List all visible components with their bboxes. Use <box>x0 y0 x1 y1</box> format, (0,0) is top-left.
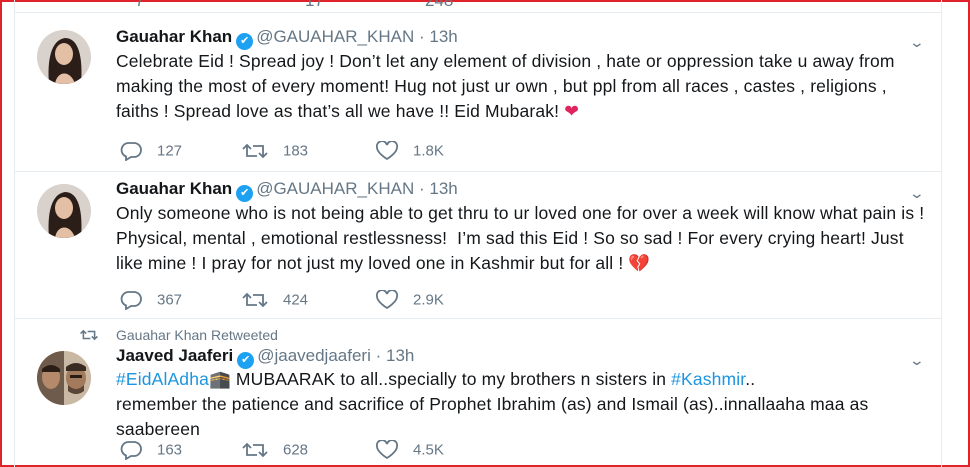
tweet-body: Celebrate Eid ! Spread joy ! Don’t let a… <box>116 51 900 121</box>
tweet-body: Only someone who is not being able to ge… <box>116 203 930 273</box>
avatar-image <box>37 30 91 84</box>
tweet[interactable]: Gauahar Khan ✔ @GAUAHAR_KHAN · 13h ⌄ Only … <box>15 172 941 319</box>
chevron-down-icon[interactable]: ⌄ <box>909 185 925 202</box>
author-name[interactable]: Gauahar Khan <box>116 27 232 46</box>
retweet-context[interactable]: Gauahar Khan Retweeted <box>116 327 278 343</box>
tweet-text: Celebrate Eid ! Spread joy ! Don’t let a… <box>116 49 926 124</box>
retweet-count[interactable]: 17 <box>305 0 324 11</box>
retweet-icon <box>80 329 98 341</box>
retweet-icon <box>242 292 268 308</box>
reply-icon <box>120 142 142 161</box>
like-button[interactable]: 1.8K <box>375 141 444 161</box>
retweet-icon <box>242 442 268 458</box>
avatar-image <box>37 184 91 238</box>
verified-badge-icon: ✔ <box>236 185 254 202</box>
author-handle[interactable]: @jaavedjaaferi <box>257 346 371 365</box>
retweet-count: 183 <box>283 142 309 160</box>
like-count: 2.9K <box>413 291 444 309</box>
tweet-header: Jaaved Jaaferi ✔ @jaavedjaaferi · 13h <box>116 346 414 369</box>
avatar[interactable] <box>37 184 91 238</box>
avatar[interactable] <box>37 30 91 84</box>
author-name[interactable]: Gauahar Khan <box>116 179 232 198</box>
heart-emoji: ❤ <box>564 101 580 121</box>
like-count[interactable]: 248 <box>425 0 453 11</box>
timestamp[interactable]: 13h <box>429 179 457 198</box>
previous-tweet-actions: 7 17 248 <box>15 0 941 13</box>
reply-icon <box>120 441 142 460</box>
heart-icon <box>375 141 399 161</box>
heart-icon <box>375 440 399 460</box>
tweet-header: Gauahar Khan ✔ @GAUAHAR_KHAN · 13h <box>116 179 458 202</box>
retweet-button[interactable]: 628 <box>241 440 308 460</box>
separator-dot: · <box>418 27 425 46</box>
tweet-text: Only someone who is not being able to ge… <box>116 201 926 276</box>
retweet-button[interactable]: 424 <box>241 290 308 310</box>
author-handle[interactable]: @GAUAHAR_KHAN <box>256 27 414 46</box>
reply-icon <box>120 291 142 310</box>
kaaba-emoji: 🕋 <box>208 369 231 389</box>
like-count: 1.8K <box>413 142 444 160</box>
reply-button[interactable]: 367 <box>119 290 182 310</box>
hashtag-link[interactable]: #EidAlAdha <box>116 369 209 389</box>
reply-button[interactable]: 127 <box>119 141 182 161</box>
retweet-icon <box>242 143 268 159</box>
verified-badge-icon: ✔ <box>236 33 254 50</box>
reply-count: 163 <box>157 441 183 459</box>
retweet-button[interactable]: 183 <box>241 141 308 161</box>
separator-dot: · <box>375 346 382 365</box>
hashtag-link[interactable]: #Kashmir <box>671 369 745 389</box>
tweet[interactable]: Gauahar Khan ✔ @GAUAHAR_KHAN · 13h ⌄ Celeb… <box>15 13 941 172</box>
timestamp[interactable]: 13h <box>386 346 414 365</box>
avatar[interactable] <box>37 351 91 405</box>
tweet-header: Gauahar Khan ✔ @GAUAHAR_KHAN · 13h <box>116 27 458 50</box>
reply-count: 127 <box>157 142 183 160</box>
like-button[interactable]: 4.5K <box>375 440 444 460</box>
author-handle[interactable]: @GAUAHAR_KHAN <box>256 179 414 198</box>
tweet-text: #EidAlAdha🕋 MUBAARAK to all..specially t… <box>116 367 926 442</box>
tweet[interactable]: Gauahar Khan Retweeted Jaaved Jaaferi ✔ @j… <box>15 319 941 467</box>
avatar-image <box>37 351 91 405</box>
author-name[interactable]: Jaaved Jaaferi <box>116 346 233 365</box>
tweet-body: MUBAARAK to all..specially to my brother… <box>230 369 672 389</box>
like-button[interactable]: 2.9K <box>375 290 444 310</box>
reply-count: 367 <box>157 291 183 309</box>
retweet-count: 424 <box>283 291 309 309</box>
broken-heart-emoji: 💔 <box>628 253 651 273</box>
timeline: 7 17 248 Gauahar Khan ✔ @GAUAHAR_KHAN · 13… <box>14 0 942 467</box>
reply-count[interactable]: 7 <box>135 0 144 11</box>
like-count: 4.5K <box>413 441 444 459</box>
retweet-count: 628 <box>283 441 309 459</box>
timestamp[interactable]: 13h <box>429 27 457 46</box>
separator-dot: · <box>418 179 425 198</box>
heart-icon <box>375 290 399 310</box>
reply-button[interactable]: 163 <box>119 440 182 460</box>
